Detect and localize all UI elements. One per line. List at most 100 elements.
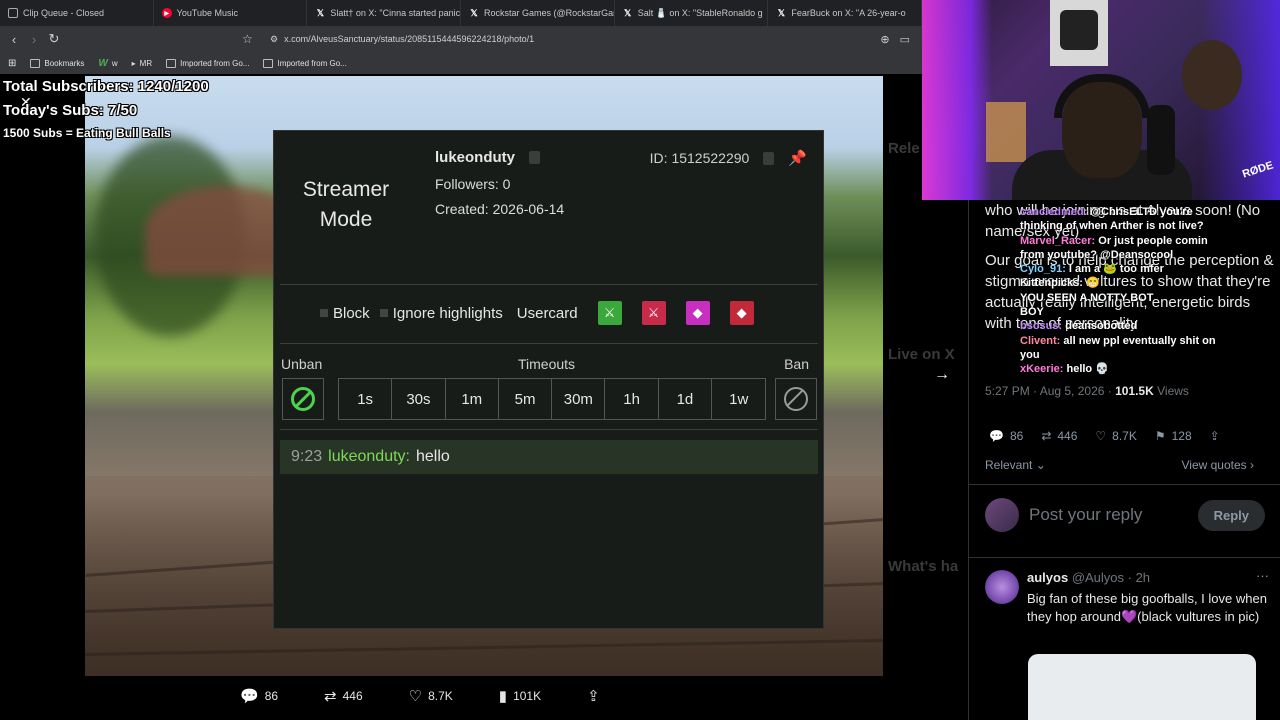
screen: Clip Queue - Closed ▶ YouTube Music 𝕏 Slat… [0, 0, 1280, 720]
timeout-30m-button[interactable]: 30m [552, 379, 606, 419]
more-icon[interactable]: ··· [1256, 568, 1269, 583]
mod-sword-icon[interactable]: ⚔ [597, 301, 622, 325]
stat-value: 446 [1057, 429, 1078, 443]
retweet-stat[interactable]: ⇄ 446 [1041, 429, 1077, 443]
bookmark-stat[interactable]: ⚑ 128 [1155, 429, 1192, 443]
chat-user: bsosus: [1020, 320, 1063, 333]
message-user[interactable]: lukeonduty: [328, 448, 410, 466]
timeout-1s-button[interactable]: 1s [339, 379, 393, 419]
vip-sword-icon[interactable]: ⚔ [641, 301, 666, 325]
timeout-1w-button[interactable]: 1w [712, 379, 765, 419]
vip-gem-icon[interactable]: ◆ [685, 301, 710, 325]
reply-stat[interactable]: 💬 86 [989, 429, 1023, 443]
ban-icon [784, 387, 808, 411]
copy-icon[interactable] [763, 151, 775, 165]
neon-light [922, 0, 992, 200]
address-bar: ‹ › ↻ ☆ ⚙ x.com/AlveusSanctuary/status/2… [0, 26, 922, 52]
retweet-action[interactable]: ⇄ 446 [324, 687, 363, 705]
divider [280, 429, 818, 430]
like-action[interactable]: ♡ 8.7K [409, 687, 453, 705]
share-stat[interactable]: ⇪ [1210, 429, 1220, 443]
bookmark-folder[interactable]: Imported from Go... [166, 58, 250, 68]
post-meta: 5:27 PM · Aug 5, 2026 · 101.5K Views [985, 384, 1189, 398]
tab-clip-queue[interactable]: Clip Queue - Closed [0, 0, 154, 26]
pin-icon[interactable]: 📌 [788, 149, 807, 167]
next-photo-icon[interactable]: → [934, 366, 950, 384]
avatar [985, 498, 1019, 532]
timeout-30s-button[interactable]: 30s [392, 379, 446, 419]
tab-salt[interactable]: 𝕏 Salt 🧂 on X: "StableRonaldo g [615, 0, 769, 26]
views-label: Views [1157, 384, 1189, 398]
cast-icon[interactable]: ▭ [900, 33, 910, 46]
reply-action[interactable]: 💬 86 [240, 687, 278, 705]
reply-input[interactable]: Post your reply [1029, 505, 1188, 525]
timeout-1m-button[interactable]: 1m [446, 379, 499, 419]
post-time[interactable]: 5:27 PM · Aug 5, 2026 · [985, 384, 1115, 398]
tab-rockstar[interactable]: 𝕏 Rockstar Games (@RockstarGames) [461, 0, 615, 26]
clip-icon [8, 8, 18, 18]
bookmark-item[interactable]: Ww [98, 58, 117, 69]
view-quotes-link[interactable]: View quotes › [1182, 458, 1255, 472]
timeout-5m-button[interactable]: 5m [499, 379, 553, 419]
like-icon: ♡ [408, 688, 423, 705]
stat-value: 8.7K [1112, 429, 1137, 443]
reply-icon: 💬 [989, 429, 1004, 443]
photo-action-bar: 💬 86 ⇄ 446 ♡ 8.7K ▮ 101K ⇪ [240, 687, 600, 705]
reply-name[interactable]: aulyos [1027, 570, 1068, 585]
x-icon: 𝕏 [470, 7, 478, 18]
tab-fearbuck[interactable]: 𝕏 FearBuck on X: "A 26-year-o [768, 0, 923, 26]
chat-user: Marvel_Racer: [1020, 234, 1096, 247]
bookmark-item[interactable]: Bookmarks [30, 58, 85, 68]
chat-line: Kittenpicks: 😁 [1020, 276, 1280, 290]
youtube-icon: ▶ [161, 8, 172, 18]
username[interactable]: lukeonduty [435, 149, 515, 166]
share-action[interactable]: ⇪ [587, 687, 600, 705]
chat-line: Cylo_91: I am a 🐸 too mfer [1020, 262, 1280, 276]
bookmark-folder[interactable]: Imported from Go... [263, 58, 347, 68]
chat-line: bsosus: deansobotted [1020, 319, 1280, 333]
reload-icon[interactable]: ↻ [44, 31, 64, 47]
message-time: 9:23 [291, 448, 323, 465]
faded-text: Rele [888, 140, 920, 157]
chat-text: hello 💀 [1066, 363, 1109, 376]
zoom-icon[interactable]: ⊕ [880, 33, 889, 46]
chat-user: xKeerie: [1020, 363, 1064, 376]
timeout-1d-button[interactable]: 1d [659, 379, 713, 419]
back-icon[interactable]: ‹ [4, 32, 24, 47]
url-text: x.com/AlveusSanctuary/status/20851154445… [284, 34, 535, 44]
ban-button[interactable] [775, 378, 817, 420]
x-icon: 𝕏 [777, 7, 785, 18]
chat-line: from youtube? @Deansocool [1020, 248, 1280, 262]
bookmark-star-icon[interactable]: ☆ [242, 32, 253, 46]
reply-composer: Post your reply Reply [985, 498, 1265, 532]
bookmark-item[interactable]: ▸ MR [132, 59, 152, 68]
ban-label: Ban [784, 356, 809, 372]
bookmark-label: Bookmarks [44, 58, 85, 68]
avatar[interactable] [985, 570, 1019, 604]
reply-button[interactable]: Reply [1197, 499, 1265, 531]
ignore-label: Ignore highlights [392, 304, 503, 322]
tab-youtube-music[interactable]: ▶ YouTube Music [154, 0, 308, 26]
unban-button[interactable] [282, 378, 324, 420]
reply-image[interactable] [1028, 654, 1256, 720]
streamer-mode-title: Streamer Mode [296, 175, 396, 235]
tab-slatt[interactable]: 𝕏 Slatt† on X: "Cinna started panic [307, 0, 462, 26]
unban-label: Unban [281, 356, 323, 372]
like-stat[interactable]: ♡ 8.7K [1095, 429, 1136, 443]
usercard-link[interactable]: Usercard [517, 305, 578, 322]
chevron-right-icon: › [1250, 458, 1254, 472]
views-action[interactable]: ▮ 101K [499, 687, 541, 705]
user-id-row: ID: 1512522290 📌 [650, 149, 807, 167]
url-field[interactable]: ☆ ⚙ x.com/AlveusSanctuary/status/2085115… [242, 30, 918, 48]
gift-gem-icon[interactable]: ◆ [729, 301, 754, 325]
block-checkbox[interactable]: Block [320, 305, 370, 322]
bookmark-label: Imported from Go... [180, 58, 250, 68]
site-info-icon[interactable]: ⚙ [270, 34, 278, 45]
timeouts-label: Timeouts [518, 356, 576, 372]
apps-icon[interactable]: ⊞ [8, 58, 16, 69]
copy-icon[interactable] [529, 151, 541, 164]
relevant-dropdown[interactable]: Relevant ⌄ [985, 458, 1046, 472]
forward-icon[interactable]: › [24, 32, 44, 47]
ignore-highlights-checkbox[interactable]: Ignore highlights [379, 304, 503, 322]
timeout-1h-button[interactable]: 1h [605, 379, 659, 419]
